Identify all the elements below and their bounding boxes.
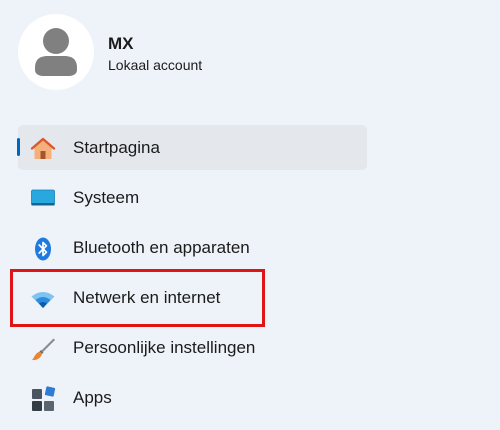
- nav-item-label: Apps: [73, 388, 112, 407]
- user-avatar-icon: [35, 28, 77, 76]
- system-icon: [31, 189, 55, 206]
- nav-item-bluetooth[interactable]: Bluetooth en apparaten: [0, 224, 500, 274]
- nav-item-selected-background: [18, 125, 367, 170]
- nav-item-startpagina[interactable]: Startpagina: [0, 124, 500, 174]
- account-type-label: Lokaal account: [108, 57, 203, 73]
- avatar[interactable]: [18, 14, 94, 90]
- user-name: MX: [108, 34, 134, 53]
- nav-item-systeem[interactable]: Systeem: [0, 174, 500, 224]
- nav-item-label: Persoonlijke instellingen: [73, 338, 256, 357]
- nav-item-label: Systeem: [73, 188, 140, 207]
- brush-icon: [32, 338, 55, 361]
- selected-indicator: [17, 138, 20, 156]
- annotation-highlight-box: [10, 269, 265, 327]
- nav-item-label: Startpagina: [73, 138, 160, 157]
- nav-item-persoonlijke-instellingen[interactable]: Persoonlijke instellingen: [0, 324, 500, 374]
- nav-item-apps[interactable]: Apps: [0, 374, 500, 424]
- nav-item-label: Bluetooth en apparaten: [73, 238, 250, 257]
- apps-icon: [32, 386, 56, 411]
- home-icon: [30, 137, 56, 159]
- user-profile[interactable]: MX Lokaal account: [18, 14, 398, 92]
- bluetooth-icon: [35, 237, 51, 261]
